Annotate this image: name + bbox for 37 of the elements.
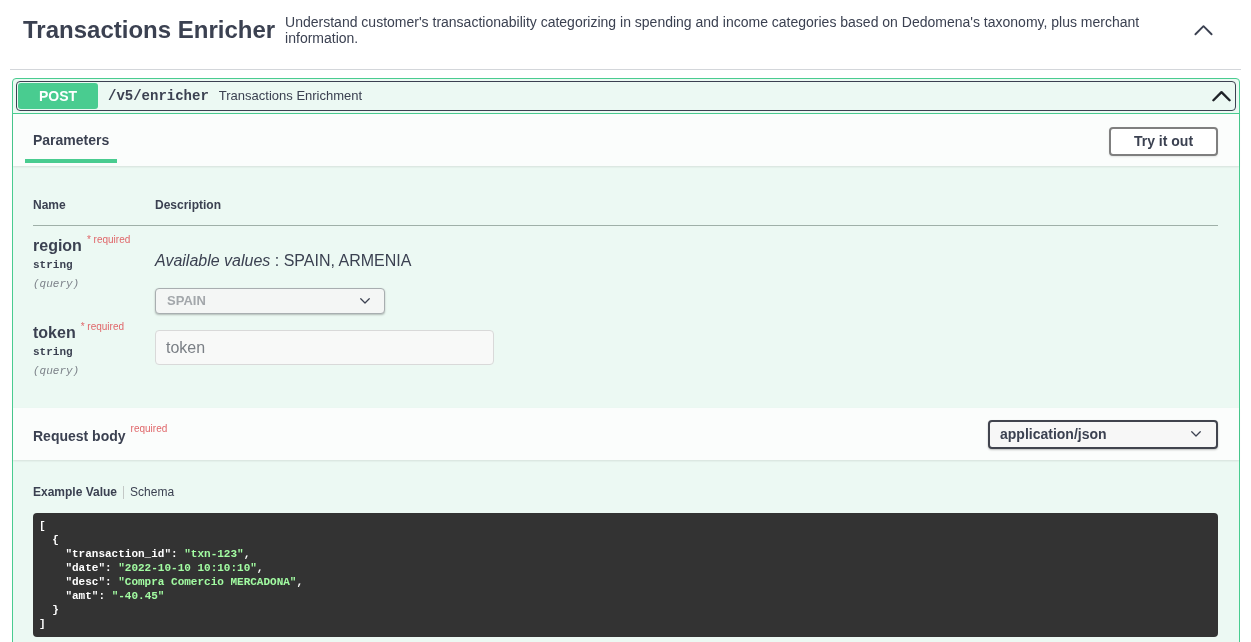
operation-summary-text: Transactions Enrichment xyxy=(218,87,363,106)
code-line: "desc": "Compra Comercio MERCADONA", xyxy=(64,575,304,589)
operation-path: /v5/enricher xyxy=(108,86,209,106)
code-line: "date": "2022-10-10 10:10:10", xyxy=(64,561,264,575)
section-description: Understand customer's transactionability categorizing in spending and income categories based on Dedomena's taxonomy, plus merchant information. xyxy=(285,13,1141,46)
example-tab[interactable]: Example Value xyxy=(33,484,118,500)
required-label: * required xyxy=(86,233,131,247)
parameters-tab[interactable]: Parameters xyxy=(25,123,118,163)
code-line: } xyxy=(51,603,59,617)
chevron-up-icon[interactable] xyxy=(1194,23,1213,36)
parameter-description: Available values : SPAIN, ARMENIA xyxy=(155,251,412,271)
try-it-out-button[interactable]: Try it out xyxy=(1109,127,1218,156)
section-title: Transactions Enricher xyxy=(23,14,276,45)
example-tab[interactable]: Schema xyxy=(130,484,175,500)
parameter-type: string xyxy=(33,258,73,273)
chevron-down-icon xyxy=(1191,431,1201,437)
required-label: required xyxy=(130,422,168,435)
parameter-name: token xyxy=(33,323,76,343)
content-type-select[interactable]: application/json xyxy=(988,419,1218,449)
method-badge: POST xyxy=(18,83,98,109)
token-input[interactable]: token xyxy=(155,330,494,365)
code-line: "amt": "-40.45" xyxy=(64,589,165,603)
code-line: "transaction_id": "txn-123", xyxy=(64,547,251,561)
parameter-location: (query) xyxy=(33,277,80,292)
required-label: * required xyxy=(80,320,125,334)
parameter-location: (query) xyxy=(33,364,80,379)
parameter-name: region xyxy=(33,236,82,256)
parameter-type: string xyxy=(33,345,73,360)
code-line: ] xyxy=(39,617,46,631)
chevron-up-icon[interactable] xyxy=(1212,90,1231,102)
code-line: [ xyxy=(39,519,46,533)
column-header: Name xyxy=(33,197,67,213)
column-header: Description xyxy=(155,197,221,213)
chevron-down-icon xyxy=(360,298,370,304)
request-body-title: Request body xyxy=(33,426,126,446)
code-line: { xyxy=(51,533,59,547)
operation-summary[interactable]: POST /v5/enricher Transactions Enrichment xyxy=(16,81,1236,111)
